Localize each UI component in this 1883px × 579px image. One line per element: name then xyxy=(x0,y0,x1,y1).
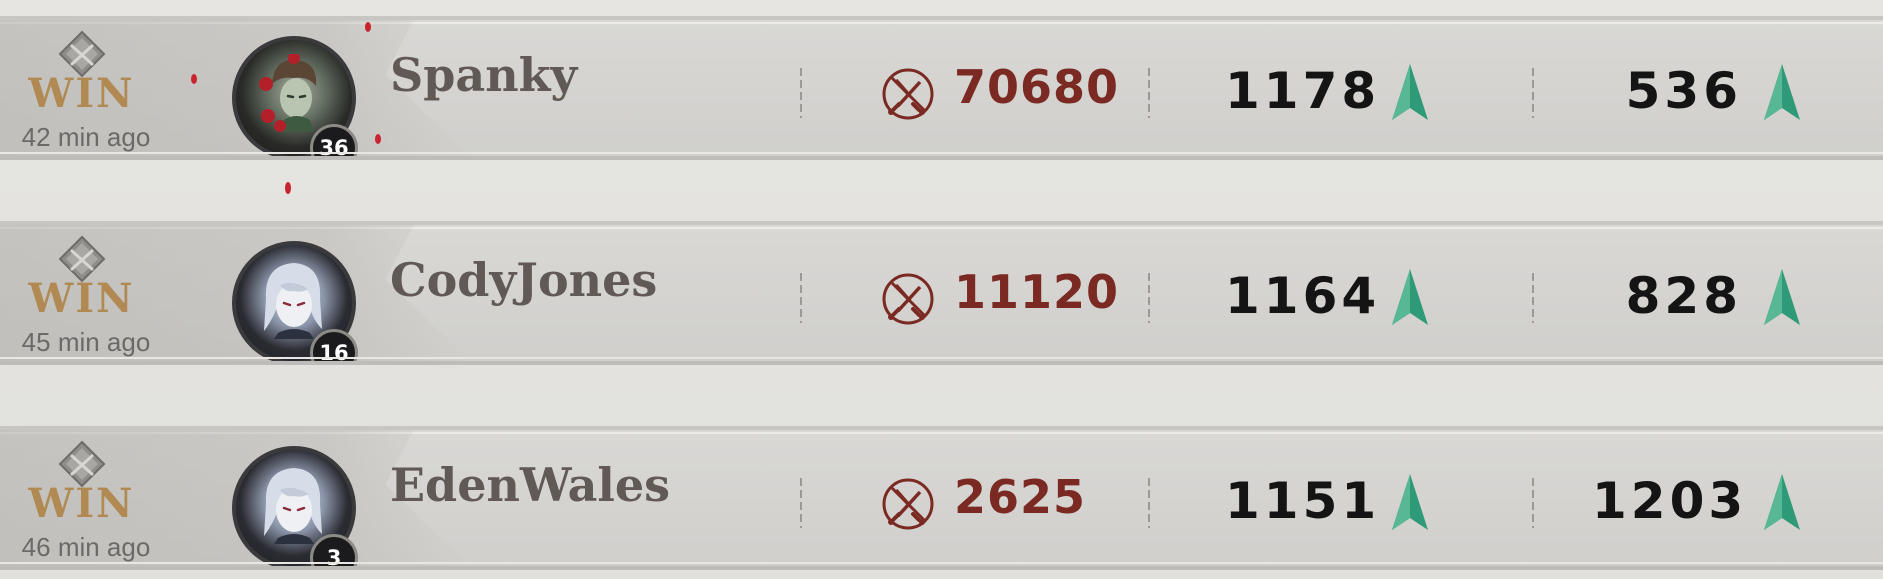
result-block: WIN 46 min ago xyxy=(14,432,154,566)
match-row[interactable]: WIN 42 min ago 36 Spanky 70680 1178 536 xyxy=(0,16,1883,160)
petal-icon xyxy=(375,134,381,144)
result-label: WIN xyxy=(28,480,135,527)
match-time: 46 min ago xyxy=(21,532,151,562)
level-badge: 3 xyxy=(310,534,358,566)
player-avatar[interactable]: 16 xyxy=(232,241,358,361)
damage-value: 2625 xyxy=(954,470,1087,524)
player-avatar[interactable]: 36 xyxy=(232,36,358,156)
stat-value-1: 1178 xyxy=(1225,62,1381,120)
result-label: WIN xyxy=(28,70,135,117)
match-time: 42 min ago xyxy=(21,122,151,152)
stat-value-2: 828 xyxy=(1625,267,1742,325)
petal-icon xyxy=(365,22,371,32)
column-divider xyxy=(800,68,802,118)
crossed-swords-icon xyxy=(880,476,936,532)
up-arrow-icon xyxy=(1392,269,1428,325)
column-divider xyxy=(1148,68,1150,118)
avatar-portrait-icon xyxy=(258,54,328,134)
column-divider xyxy=(1532,478,1534,528)
column-divider xyxy=(1148,478,1150,528)
column-divider xyxy=(1532,68,1534,118)
damage-value: 11120 xyxy=(954,265,1120,319)
result-label: WIN xyxy=(28,275,135,322)
column-divider xyxy=(1148,273,1150,323)
petal-icon xyxy=(191,74,197,84)
damage-value: 70680 xyxy=(954,60,1120,114)
up-arrow-icon xyxy=(1764,474,1800,530)
up-arrow-icon xyxy=(1392,474,1428,530)
player-name[interactable]: Spanky xyxy=(390,48,577,102)
result-block: WIN 45 min ago xyxy=(14,227,154,361)
avatar-portrait-icon xyxy=(258,464,328,544)
match-time: 45 min ago xyxy=(21,327,151,357)
avatar-portrait-icon xyxy=(258,259,328,339)
stat-value-1: 1151 xyxy=(1225,472,1381,530)
crossed-swords-icon xyxy=(880,66,936,122)
match-row[interactable]: WIN 45 min ago 16 CodyJones 11120 1164 8… xyxy=(0,221,1883,365)
player-name[interactable]: EdenWales xyxy=(390,458,670,512)
player-name[interactable]: CodyJones xyxy=(390,253,657,307)
result-block: WIN 42 min ago xyxy=(14,22,154,156)
match-row[interactable]: WIN 46 min ago 3 EdenWales 2625 1151 120… xyxy=(0,426,1883,570)
stat-value-2: 1203 xyxy=(1592,472,1748,530)
column-divider xyxy=(1532,273,1534,323)
column-divider xyxy=(800,273,802,323)
crossed-swords-icon xyxy=(880,271,936,327)
up-arrow-icon xyxy=(1764,64,1800,120)
up-arrow-icon xyxy=(1764,269,1800,325)
petal-icon xyxy=(285,182,291,194)
column-divider xyxy=(800,478,802,528)
level-badge: 16 xyxy=(310,329,358,361)
level-badge: 36 xyxy=(310,124,358,156)
player-avatar[interactable]: 3 xyxy=(232,446,358,566)
stat-value-2: 536 xyxy=(1625,62,1742,120)
stat-value-1: 1164 xyxy=(1225,267,1381,325)
up-arrow-icon xyxy=(1392,64,1428,120)
